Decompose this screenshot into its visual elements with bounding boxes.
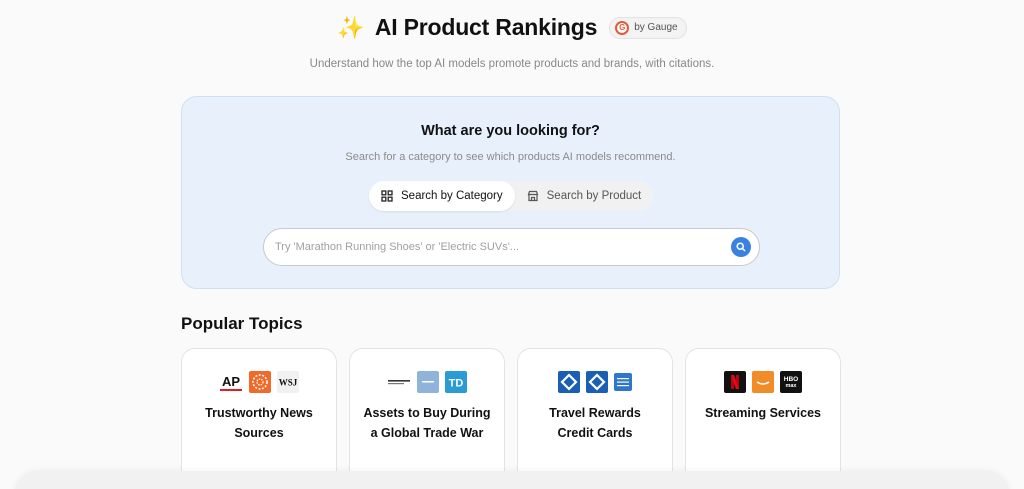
card-label: Travel Rewards Credit Cards xyxy=(549,406,641,440)
bank-logo xyxy=(417,371,439,393)
svg-text:TD: TD xyxy=(449,378,464,390)
wsj-logo: WSJ xyxy=(277,371,299,393)
svg-text:max: max xyxy=(785,383,797,389)
card-label: Assets to Buy During a Global Trade War xyxy=(363,406,491,440)
card-label: Streaming Services xyxy=(704,406,822,420)
card-logos: TD xyxy=(350,371,504,393)
badge-label: by Gauge xyxy=(634,22,678,33)
fund-logo xyxy=(387,371,411,393)
svg-text:WSJ: WSJ xyxy=(279,378,298,388)
sparkle-icon: ✨ xyxy=(337,14,365,40)
card-logos xyxy=(518,371,672,393)
chase-logo xyxy=(586,371,608,393)
grid-icon xyxy=(381,190,393,202)
search-button[interactable] xyxy=(731,237,751,257)
tab-label: Search by Product xyxy=(546,190,642,202)
card-logos: HBO max xyxy=(686,371,840,393)
card-logos: AP WSJ xyxy=(182,371,336,393)
page-header: ✨ AI Product Rankings G by Gauge xyxy=(0,14,1024,41)
topic-card-streaming-services[interactable]: HBO max Streaming Services xyxy=(685,348,841,488)
tab-search-by-category[interactable]: Search by Category xyxy=(369,181,515,211)
gauge-badge[interactable]: G by Gauge xyxy=(609,16,687,39)
topic-card-travel-credit-cards[interactable]: Travel Rewards Credit Cards xyxy=(517,348,673,488)
popular-topics-title: Popular Topics xyxy=(181,314,303,333)
reuters-logo xyxy=(249,371,271,393)
search-icon xyxy=(736,242,746,252)
topic-card-trade-war-assets[interactable]: TD Assets to Buy During a Global Trade W… xyxy=(349,348,505,488)
gauge-logo-icon: G xyxy=(615,20,630,35)
store-icon xyxy=(527,190,538,202)
search-bar xyxy=(263,228,760,266)
ap-logo: AP xyxy=(219,371,243,393)
svg-text:HBO: HBO xyxy=(784,376,798,383)
bottom-sheet xyxy=(14,471,1010,489)
tab-search-by-product[interactable]: Search by Product xyxy=(515,181,654,211)
chase-logo xyxy=(558,371,580,393)
page-subtitle: Understand how the top AI models promote… xyxy=(309,58,715,70)
amazon-logo xyxy=(752,371,774,393)
card-label: Trustworthy News Sources xyxy=(205,406,313,440)
netflix-logo xyxy=(724,371,746,393)
td-logo: TD xyxy=(445,371,467,393)
popular-topics-grid: AP WSJ Trustworthy News Sources TD Asset… xyxy=(181,348,841,488)
search-panel: What are you looking for? Search for a c… xyxy=(181,96,840,289)
search-panel-subtitle: Search for a category to see which produ… xyxy=(345,151,676,163)
amex-logo xyxy=(614,373,632,391)
hbo-max-logo: HBO max xyxy=(780,371,802,393)
search-mode-tabs: Search by Category Search by Product xyxy=(369,181,654,211)
svg-text:AP: AP xyxy=(222,374,240,389)
topic-card-news-sources[interactable]: AP WSJ Trustworthy News Sources xyxy=(181,348,337,488)
page-title: AI Product Rankings xyxy=(374,14,598,40)
search-panel-title: What are you looking for? xyxy=(421,123,600,139)
tab-label: Search by Category xyxy=(401,190,503,202)
search-input[interactable] xyxy=(264,241,731,253)
